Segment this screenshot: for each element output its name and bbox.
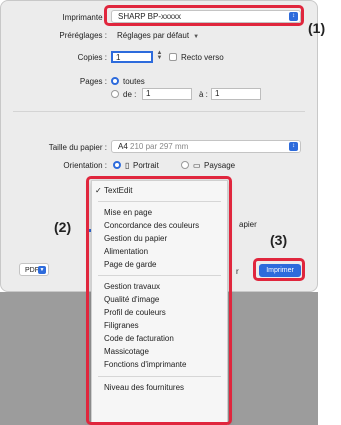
copies-input[interactable]: 1 [111, 51, 153, 63]
orientation-label: Orientation : [63, 161, 107, 170]
highlight-print-button [253, 258, 305, 281]
divider [13, 111, 305, 112]
orientation-landscape-label: Paysage [204, 161, 236, 170]
highlight-menu [86, 176, 232, 425]
pages-from-input[interactable]: 1 [142, 88, 192, 100]
orientation-landscape-radio[interactable] [181, 161, 189, 169]
duplex-checkbox[interactable] [169, 53, 177, 61]
orientation-portrait-radio[interactable] [113, 161, 121, 169]
presets-label: Préréglages : [59, 31, 107, 40]
portrait-icon: ▯ [125, 161, 130, 170]
copies-label: Copies : [77, 53, 107, 62]
printer-label: Imprimante : [62, 13, 107, 22]
pdf-button[interactable]: PDF ▼ [19, 263, 49, 276]
presets-select[interactable]: Réglages par défaut ▼ [117, 31, 199, 40]
stepper-icon[interactable]: ▲ ▼ [156, 50, 163, 62]
paper-size-dims: 210 par 297 mm [130, 142, 189, 151]
chevron-down-icon: ▼ [193, 34, 200, 40]
paper-size-select[interactable]: A4 210 par 297 mm ↕ [111, 140, 301, 153]
duplex-label: Recto verso [181, 53, 224, 62]
callout-1: (1) [308, 20, 326, 36]
landscape-icon: ▭ [193, 161, 201, 170]
partial-text-left: r [236, 267, 239, 276]
partial-text-right: apier [239, 220, 257, 229]
paper-size-label: Taille du papier : [48, 143, 107, 152]
chevron-down-icon: ▼ [38, 266, 46, 274]
pages-all-label: toutes [123, 77, 145, 86]
pages-to-input[interactable]: 1 [211, 88, 261, 100]
pages-all-radio[interactable] [111, 77, 119, 85]
callout-3: (3) [270, 232, 288, 248]
callout-2: (2) [54, 219, 72, 235]
highlight-printer [104, 5, 304, 26]
presets-value: Réglages par défaut [117, 31, 190, 40]
pdf-label: PDF [25, 267, 39, 274]
pages-label: Pages : [79, 77, 107, 86]
pages-range-radio[interactable] [111, 90, 119, 98]
pages-from-label: de : [123, 90, 137, 99]
select-arrow-icon: ↕ [289, 142, 298, 151]
orientation-portrait-label: Portrait [133, 161, 159, 170]
paper-size-value: A4 [118, 142, 128, 151]
pages-to-label: à : [199, 90, 208, 99]
